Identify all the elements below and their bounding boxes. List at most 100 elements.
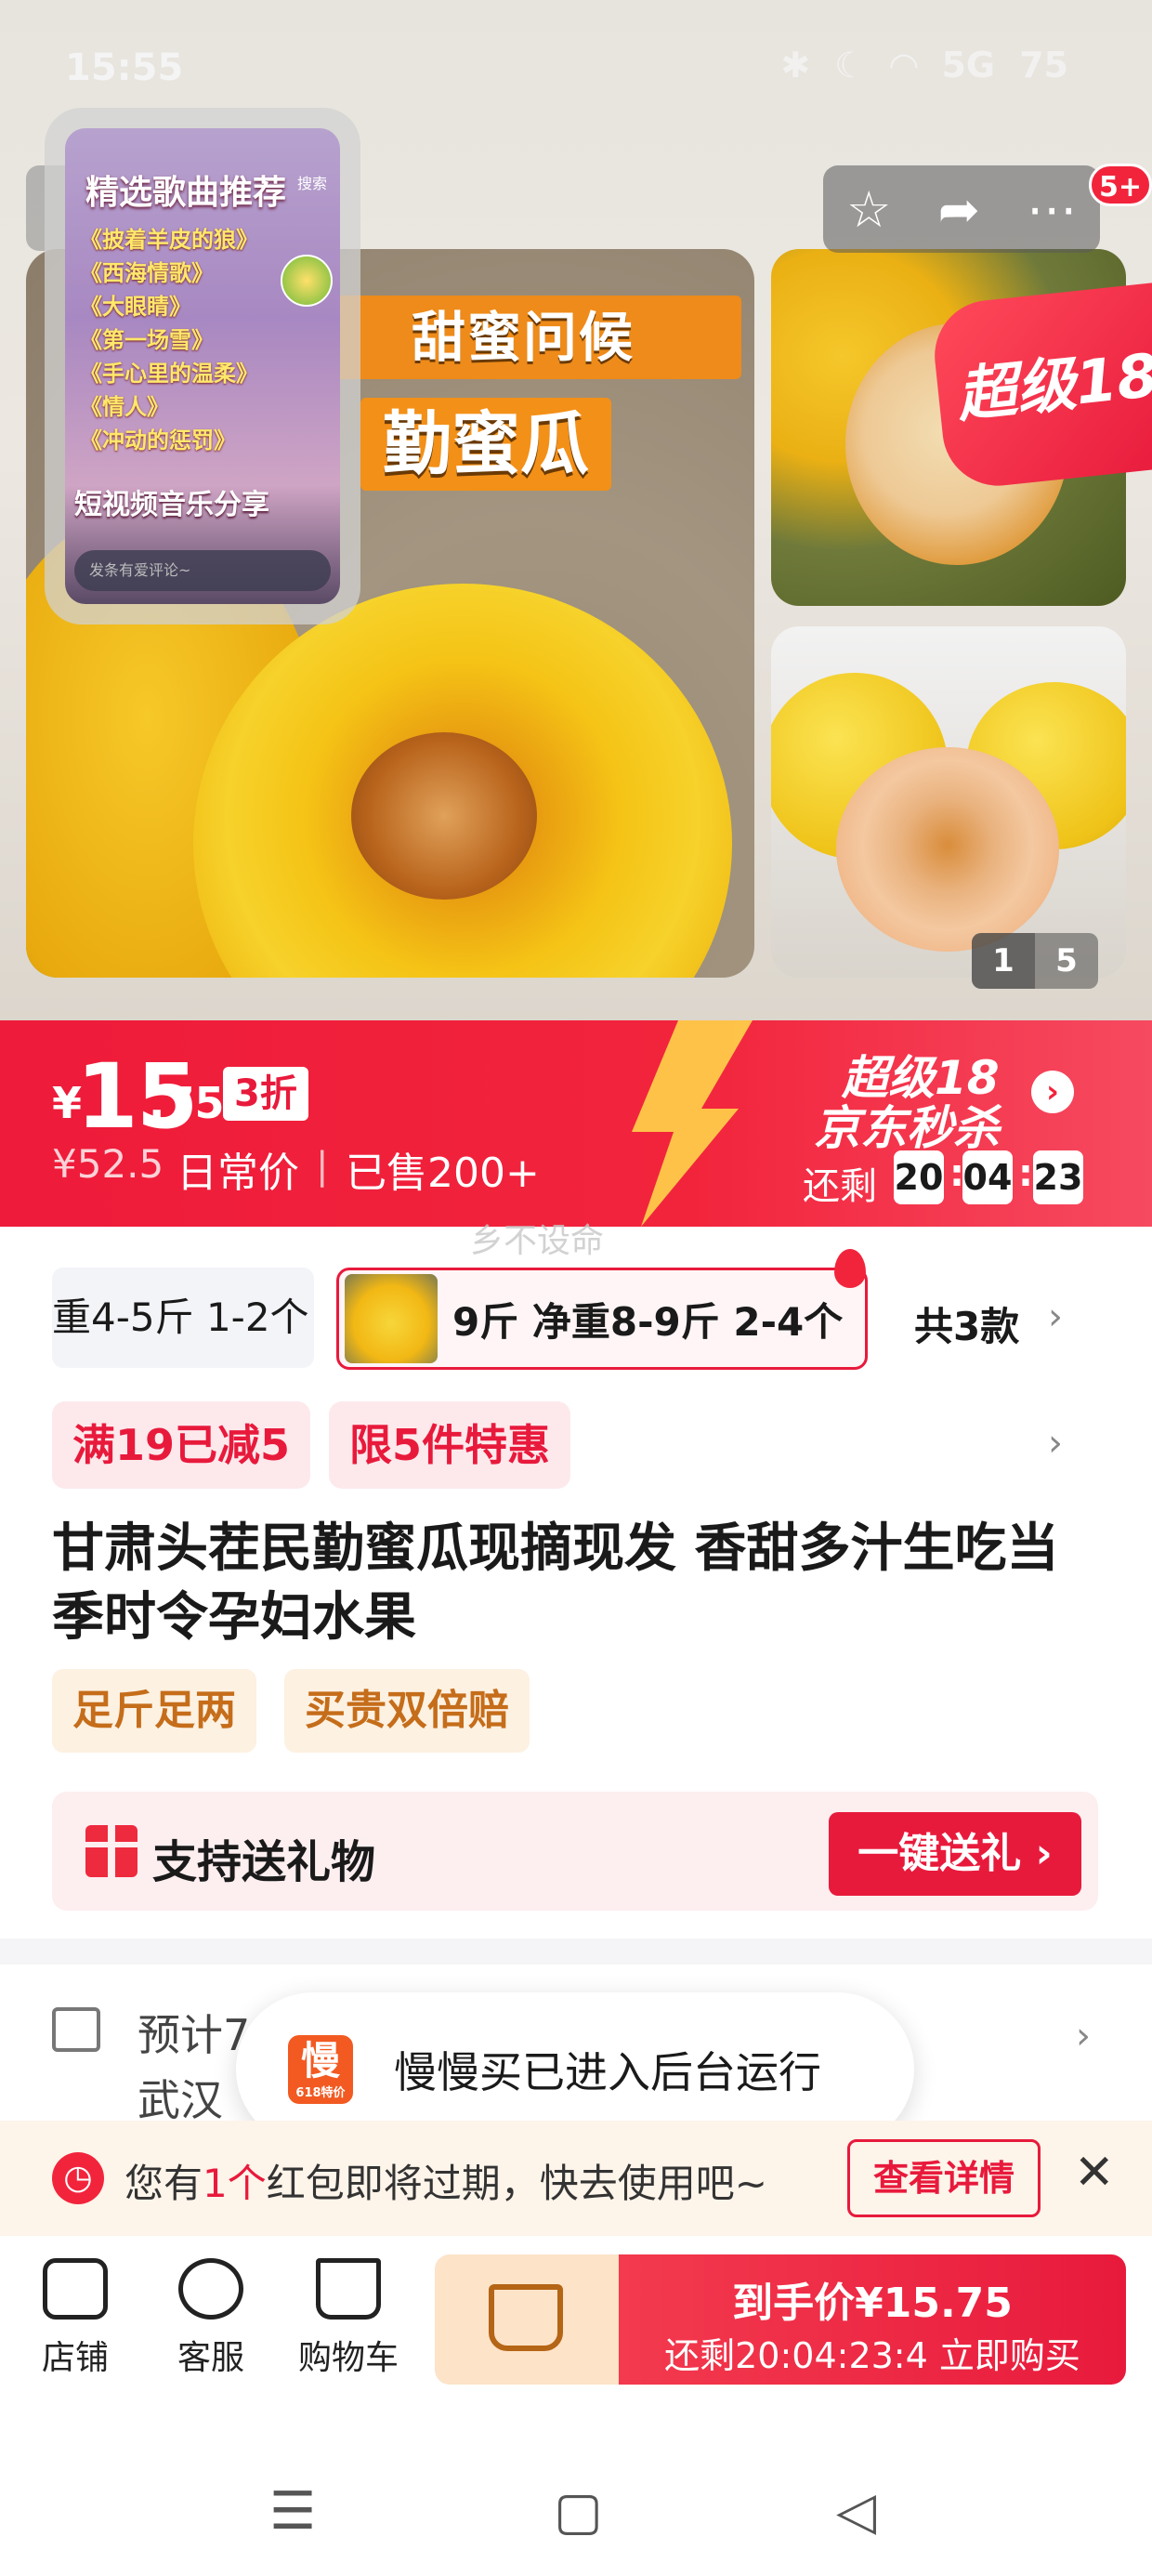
notification-badge: 5+	[1089, 164, 1152, 206]
chevron-right-icon[interactable]: ›	[1031, 1071, 1074, 1113]
discount-badge: 3折	[223, 1067, 308, 1121]
red-packet-suffix: 红包即将过期，快去使用吧~	[266, 2161, 767, 2206]
send-gift-button[interactable]: 一键送礼 ›	[829, 1812, 1081, 1896]
clock: 15:55	[65, 46, 184, 89]
image-pager: 1 5	[972, 933, 1098, 989]
section-divider	[0, 1939, 1152, 1965]
countdown-hours: 20	[894, 1150, 944, 1204]
buy-now-button[interactable]: 到手价¥15.75 还剩20:04:23:4 立即购买	[619, 2254, 1126, 2385]
pip-title: 精选歌曲推荐	[85, 174, 287, 212]
cart-icon	[316, 2258, 381, 2320]
red-packet-prefix: 您有	[124, 2161, 203, 2206]
countdown-seconds: 23	[1033, 1150, 1083, 1204]
service-label: 客服	[177, 2339, 244, 2377]
thumbnail-2[interactable]	[771, 626, 1126, 978]
remain-label: 还剩	[803, 1165, 877, 1208]
pip-song: 《手心里的温柔》	[80, 361, 258, 387]
app-logo: 慢 618特价	[288, 2035, 353, 2104]
variant-option[interactable]: 重4-5斤 1-2个	[52, 1268, 314, 1368]
home-icon[interactable]: ▢	[554, 2481, 603, 2542]
pip-search[interactable]: 搜索	[297, 171, 327, 193]
pip-song: 《第一场雪》	[80, 327, 214, 353]
menu-icon[interactable]: ☰	[269, 2481, 316, 2542]
price-banner[interactable]: ¥ 15 .75 3折 ¥52.5 日常价 | 已售200+ 超级18 京东秒杀…	[0, 1020, 1152, 1227]
chevron-right-icon[interactable]: ›	[1048, 1295, 1063, 1338]
share-icon[interactable]: ➦	[938, 180, 980, 239]
shipping-location[interactable]: 武汉	[137, 2067, 223, 2128]
variant-label: 9斤 净重8-9斤 2-4个	[452, 1298, 844, 1345]
promo-tag[interactable]: 限5件特惠	[329, 1401, 571, 1489]
chevron-right-icon[interactable]: ›	[1048, 1422, 1063, 1465]
bluetooth-icon: ✱	[780, 45, 811, 85]
pip-footer-title: 短视频音乐分享	[74, 489, 269, 521]
toast-message: 慢慢买已进入后台运行	[394, 2047, 821, 2097]
variant-option-selected[interactable]: 9斤 净重8-9斤 2-4个	[336, 1268, 868, 1370]
top-action-bar: ☆ ➦ ⋯	[823, 165, 1100, 253]
gift-section: 支持送礼物 一键送礼 ›	[52, 1792, 1098, 1911]
add-cart-icon	[489, 2284, 563, 2351]
pip-video-window[interactable]: 搜索 精选歌曲推荐 《披着羊皮的狼》 《西海情歌》 《大眼睛》 《第一场雪》 《…	[45, 108, 360, 624]
image-banner-bottom: 勤蜜瓜	[360, 398, 611, 491]
customer-service-button[interactable]: 客服	[151, 2258, 271, 2379]
image-banner-top: 甜蜜问候	[305, 296, 741, 379]
promo-tag[interactable]: 满19已减5	[52, 1401, 311, 1489]
campaign-subtitle: 京东秒杀	[814, 1101, 1000, 1155]
shop-label: 店铺	[41, 2339, 109, 2377]
signal-icon: 5G	[941, 45, 996, 85]
add-to-cart-button[interactable]	[435, 2254, 619, 2385]
more-icon[interactable]: ⋯	[1027, 180, 1077, 239]
service-icon	[178, 2258, 243, 2320]
view-details-button[interactable]: 查看详情	[847, 2139, 1041, 2217]
product-gallery[interactable]: 15:55 ✱ ☾ ◠ 5G 75 甜蜜问候 勤蜜瓜 超级18 ☆ ➦ ⋯ 5+…	[0, 0, 1152, 1020]
cart-label: 购物车	[297, 2339, 399, 2377]
daily-price-label: 日常价	[177, 1150, 299, 1197]
wifi-icon: ◠	[890, 45, 918, 85]
sold-count: 已售200+	[346, 1150, 540, 1197]
pip-comment-input[interactable]: 发条有爱评论~	[74, 550, 331, 591]
app-logo-sub: 618特价	[295, 2086, 346, 2100]
service-tag: 买贵双倍赔	[284, 1669, 530, 1753]
pip-video-screen[interactable]: 搜索 精选歌曲推荐 《披着羊皮的狼》 《西海情歌》 《大眼睛》 《第一场雪》 《…	[65, 128, 340, 604]
pip-avatar[interactable]	[281, 255, 333, 307]
pip-song: 《冲动的惩罚》	[80, 427, 236, 453]
countdown-minutes: 04	[962, 1150, 1013, 1204]
melon-seeds	[351, 732, 537, 900]
cart-button[interactable]: 购物车	[288, 2258, 409, 2379]
buy-countdown: 还剩20:04:23:4 立即购买	[664, 2335, 1080, 2376]
chevron-right-icon[interactable]: ›	[1076, 2015, 1091, 2057]
price-decimal: .75	[149, 1078, 225, 1128]
melon-half-image	[836, 747, 1059, 952]
product-title: 甘肃头茬民勤蜜瓜现摘现发 香甜多汁生吃当季时令孕妇水果	[52, 1518, 1059, 1648]
gift-label: 支持送礼物	[152, 1836, 376, 1888]
red-packet-count: 1个	[203, 2161, 267, 2206]
pager-total: 5	[1055, 942, 1078, 979]
gift-icon	[85, 1825, 137, 1877]
status-icons: ✱ ☾ ◠ 5G 75	[780, 45, 1068, 85]
watermark: 乡不设命	[470, 1222, 605, 1260]
separator: |	[316, 1145, 329, 1188]
pip-song: 《披着羊皮的狼》	[80, 227, 258, 253]
pip-song: 《西海情歌》	[80, 260, 214, 286]
final-price: 到手价¥15.75	[732, 2280, 1013, 2327]
super18-tag: 超级18	[929, 282, 1152, 492]
hot-icon	[834, 1249, 866, 1288]
shop-button[interactable]: 店铺	[15, 2258, 136, 2379]
shipping-estimate[interactable]: 预计7	[137, 2002, 250, 2063]
star-icon[interactable]: ☆	[846, 180, 891, 239]
service-tag: 足斤足两	[52, 1669, 256, 1753]
close-icon[interactable]: ✕	[1074, 2145, 1115, 2201]
back-icon[interactable]: ◁	[836, 2481, 876, 2542]
pip-song: 《情人》	[80, 394, 169, 420]
original-price: ¥52.5	[52, 1141, 164, 1187]
battery-icon: 75	[1019, 45, 1068, 85]
clock-icon: ◷	[52, 2152, 104, 2204]
system-nav-bar: ☰ ▢ ◁	[0, 2453, 1152, 2576]
colon: :	[1018, 1152, 1033, 1195]
pager-current: 1	[972, 933, 1035, 989]
red-packet-text: 您有1个红包即将过期，快去使用吧~	[124, 2152, 767, 2209]
variant-count[interactable]: 共3款	[914, 1295, 1019, 1352]
truck-icon	[52, 2007, 100, 2052]
shop-icon	[43, 2258, 108, 2320]
pip-song: 《大眼睛》	[80, 294, 191, 320]
lightning-icon	[632, 1020, 753, 1227]
